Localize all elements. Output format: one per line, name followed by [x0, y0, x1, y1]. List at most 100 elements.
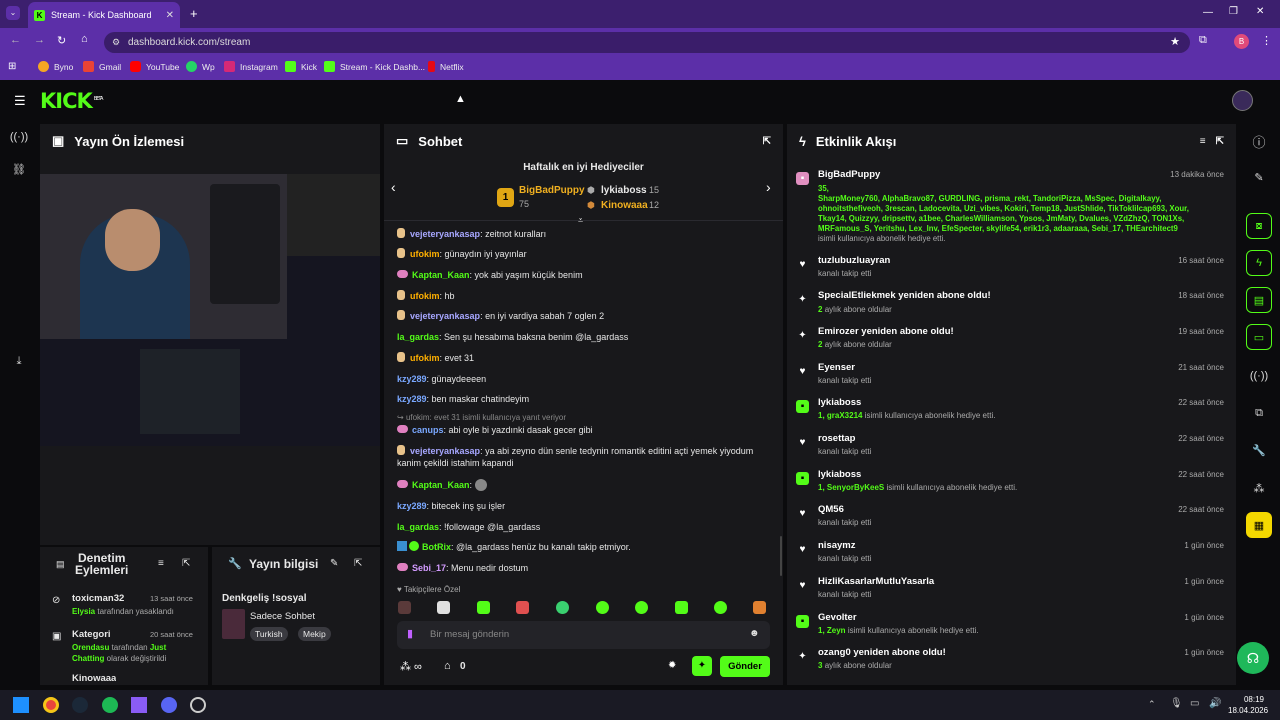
restore-icon[interactable]: ❐	[1229, 6, 1238, 17]
stream-video[interactable]	[40, 174, 380, 446]
bookmark-star-icon[interactable]: ★	[1170, 32, 1180, 53]
spotify-taskbar-icon[interactable]	[102, 697, 118, 713]
edit-pencil-icon[interactable]: ✎	[330, 558, 338, 569]
address-bar-row: ← → ↻ ⌂ ⚙ dashboard.kick.com/stream ★ ⧉ …	[0, 28, 1280, 56]
discord-taskbar-icon[interactable]	[161, 697, 177, 713]
home-icon[interactable]: ⌂	[81, 33, 88, 45]
moderation-popout-icon[interactable]: ⇱	[182, 558, 190, 569]
extensions-icon[interactable]: ⧉	[1199, 34, 1207, 47]
info-icon[interactable]: ⓘ	[1246, 128, 1272, 154]
chat-scrollbar[interactable]	[780, 536, 782, 576]
tab-close-icon[interactable]: ✕	[166, 10, 174, 21]
bookmark-gmail[interactable]: Gmail	[83, 61, 121, 72]
document-icon[interactable]: ▤	[1246, 287, 1272, 313]
bookmark-wp[interactable]: Wp	[186, 61, 215, 72]
windows-start-icon[interactable]	[13, 697, 29, 713]
kick-logo[interactable]: KICK BETA	[40, 89, 104, 113]
tray-chevron-icon[interactable]: ⌃	[1148, 699, 1156, 710]
chat-popout-icon[interactable]: ⇱	[763, 136, 771, 147]
moderation-icon: ▤	[56, 559, 65, 569]
support-headset-icon[interactable]: ☊	[1237, 642, 1269, 674]
screen-capture-icon[interactable]: ⧇	[1246, 213, 1272, 239]
emote-button[interactable]	[596, 601, 609, 614]
chat-message: kzy289: bitecek inş şu işler	[397, 501, 506, 511]
minimize-icon[interactable]: —	[1203, 7, 1213, 18]
chat-input-placeholder: Bir mesaj gönderin	[430, 629, 510, 640]
emote-button[interactable]	[398, 601, 411, 614]
network-icon[interactable]: ▭	[1190, 698, 1199, 709]
heart-icon: ♥	[799, 437, 806, 448]
browser-menu-icon[interactable]: ⋮	[1261, 34, 1272, 47]
points-icon[interactable]: ⁂	[1246, 475, 1272, 501]
chat-message: canups: abi oyle bi yazdınki dasak gecer…	[397, 424, 593, 436]
microphone-icon[interactable]: ▮	[407, 627, 413, 640]
volume-icon[interactable]: 🔊	[1209, 698, 1221, 709]
chat-message-input[interactable]: ▮ Bir mesaj gönderin ☻	[397, 621, 770, 649]
download-icon[interactable]: ⤓	[6, 348, 32, 374]
clock[interactable]: 08:19 18.04.2026	[1228, 694, 1268, 716]
forward-icon[interactable]: →	[34, 34, 45, 46]
bookmark-youtube[interactable]: YouTube	[130, 61, 179, 72]
stream-info-popout-icon[interactable]: ⇱	[354, 558, 362, 569]
heart-icon: ♥	[799, 508, 806, 519]
emoji-picker-icon[interactable]: ☻	[749, 628, 760, 639]
broadcast-icon[interactable]: ((·))	[1246, 363, 1272, 389]
gifters-prev-icon[interactable]: ‹	[391, 179, 396, 195]
store-icon[interactable]: ⌂	[444, 660, 451, 672]
reload-icon[interactable]: ↻	[57, 34, 66, 47]
mod-item-name: Kategori	[72, 629, 111, 640]
stream-rail-icon[interactable]: ((·))	[6, 124, 32, 150]
url-input[interactable]: ⚙ dashboard.kick.com/stream ★	[104, 32, 1190, 53]
obs-taskbar-icon[interactable]	[190, 697, 206, 713]
lightning-rail-icon[interactable]: ϟ	[1246, 250, 1272, 276]
webcam-feed	[40, 174, 287, 339]
bookmark-byno[interactable]: Byno	[38, 61, 73, 72]
emote-button[interactable]	[437, 601, 450, 614]
bookmark-netflix[interactable]: Netflix	[428, 61, 464, 72]
activity-name: lykiaboss	[818, 397, 862, 408]
layers-icon[interactable]: ⧉	[1246, 400, 1272, 426]
kick-bot-icon[interactable]: ✦	[692, 656, 712, 676]
beta-tag: BETA	[93, 96, 104, 102]
emote-button[interactable]	[635, 601, 648, 614]
chat-settings-icon[interactable]: ✹	[668, 660, 676, 671]
apps-grid-icon[interactable]: ⊞	[8, 61, 16, 72]
emote-button[interactable]	[714, 601, 727, 614]
user-avatar[interactable]	[1232, 90, 1253, 111]
back-icon[interactable]: ←	[10, 34, 21, 46]
emote-button[interactable]	[477, 601, 490, 614]
browser-tab[interactable]: K Stream - Kick Dashboard ✕	[28, 2, 180, 28]
tab-search-icon[interactable]: ⌄	[6, 6, 20, 20]
chat-rail-icon[interactable]: ▭	[1246, 324, 1272, 350]
site-info-icon[interactable]: ⚙	[112, 32, 120, 53]
chrome-taskbar-icon[interactable]	[43, 697, 59, 713]
emote-button[interactable]	[516, 601, 529, 614]
bookmark-kick[interactable]: Kick	[285, 61, 317, 72]
channel-points-icon[interactable]: ⁂ ∞	[400, 660, 422, 673]
emote-button[interactable]	[556, 601, 569, 614]
activity-filter-icon[interactable]: ≡	[1200, 136, 1206, 147]
edit-icon[interactable]: ✎	[1246, 164, 1272, 190]
profile-avatar[interactable]: B	[1234, 34, 1249, 49]
bookmark-instagram[interactable]: Instagram	[224, 61, 278, 72]
tools-icon[interactable]: 🔧	[1246, 437, 1272, 463]
left-rail: ((·)) ⛓ ⤓	[0, 122, 38, 690]
gifter-count: 12	[649, 200, 660, 210]
gifters-next-icon[interactable]: ›	[766, 179, 771, 195]
send-button[interactable]: Gönder	[720, 656, 770, 677]
microphone-tray-icon[interactable]: 🎙	[1170, 698, 1183, 709]
hamburger-menu-icon[interactable]: ☰	[14, 93, 26, 109]
link-icon[interactable]: ⛓	[6, 156, 32, 182]
vs-taskbar-icon[interactable]	[131, 697, 147, 713]
emote-button[interactable]	[675, 601, 688, 614]
chat-message: la_gardas: !followage @la_gardass	[397, 522, 541, 532]
activity-popout-icon[interactable]: ⇱	[1216, 136, 1224, 147]
emote-button[interactable]	[753, 601, 766, 614]
moderation-filter-icon[interactable]: ≡	[158, 558, 164, 569]
window-close-icon[interactable]: ✕	[1256, 6, 1264, 17]
bookmark-kick-dashboard[interactable]: Stream - Kick Dashb...	[324, 61, 425, 72]
clapper-icon[interactable]: ▦	[1246, 512, 1272, 538]
new-tab-icon[interactable]: +	[190, 6, 198, 21]
activity-name: tuzlubuzluayran	[818, 255, 891, 266]
steam-taskbar-icon[interactable]	[72, 697, 88, 713]
